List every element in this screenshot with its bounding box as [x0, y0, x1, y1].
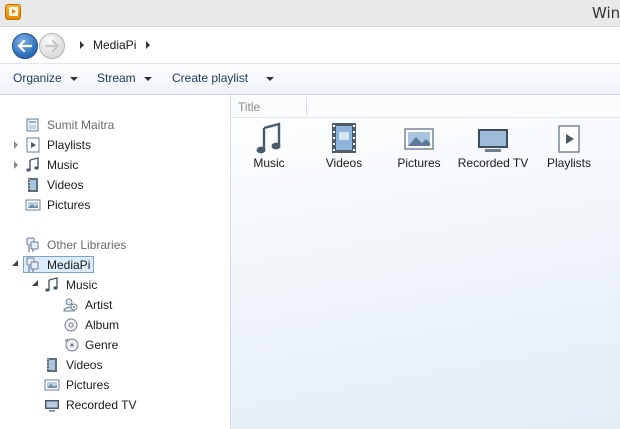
playlist-icon [25, 137, 41, 153]
sidebar-item-label: Artist [85, 298, 113, 312]
sidebar-item-mediapi-recorded-tv[interactable]: Recorded TV [44, 395, 136, 415]
forward-button[interactable] [39, 33, 65, 59]
media-player-app-icon[interactable] [5, 4, 21, 20]
organize-menu[interactable]: Organize [13, 71, 78, 85]
dropdown-caret-icon [143, 76, 152, 81]
sidebar-item-album[interactable]: Album [63, 315, 119, 335]
back-button[interactable] [12, 33, 38, 59]
picture-icon [25, 197, 41, 213]
sidebar-item-label: Music [47, 158, 79, 172]
film-icon [304, 122, 384, 156]
sidebar-item-music[interactable]: Music [25, 155, 78, 175]
picture-icon [44, 377, 60, 393]
artist-icon [63, 297, 79, 313]
library-icon [25, 117, 41, 133]
sidebar-item-videos[interactable]: Videos [25, 175, 83, 195]
breadcrumb-chevron-icon[interactable] [146, 41, 150, 49]
other-libraries-icon [25, 237, 41, 253]
music-note-icon [229, 122, 309, 156]
sidebar-item-mediapi-pictures[interactable]: Pictures [44, 375, 109, 395]
sidebar-item-label: Genre [85, 338, 119, 352]
dropdown-caret-icon [266, 76, 275, 81]
collapse-arrow-icon[interactable] [32, 280, 38, 286]
create-playlist-label: Create playlist [172, 71, 249, 85]
sidebar-item-label: Pictures [47, 198, 91, 212]
sidebar-item-label: Music [66, 278, 98, 292]
sidebar-item-mediapi-music[interactable]: Music [44, 275, 97, 295]
sidebar-item-mediapi[interactable]: MediaPi [25, 255, 90, 275]
create-playlist-menu[interactable]: Create playlist [172, 71, 275, 85]
tile-playlists[interactable]: Playlists [529, 120, 609, 180]
sidebar-item-label: Recorded TV [66, 398, 137, 412]
media-library-icon [25, 257, 41, 273]
column-header [231, 95, 620, 118]
breadcrumb-mediapi[interactable]: MediaPi [93, 38, 136, 52]
sidebar-item-label: Pictures [66, 378, 110, 392]
sidebar-item-mediapi-videos[interactable]: Videos [44, 355, 102, 375]
sidebar-item-genre[interactable]: Genre [63, 335, 118, 355]
tv-icon [44, 397, 60, 413]
expand-arrow-icon[interactable] [14, 161, 18, 169]
sidebar-item-label: Videos [66, 358, 103, 372]
window-title: Win [592, 4, 620, 22]
music-note-icon [25, 157, 41, 173]
video-icon [44, 357, 60, 373]
tile-videos[interactable]: Videos [304, 120, 384, 180]
organize-label: Organize [13, 71, 62, 85]
sidebar-item-user[interactable]: Sumit Maitra [25, 115, 114, 135]
sidebar-item-label: Other Libraries [47, 238, 127, 252]
sidebar-item-playlists[interactable]: Playlists [25, 135, 91, 155]
stream-label: Stream [97, 71, 136, 85]
toolbar [0, 63, 620, 95]
expand-arrow-icon[interactable] [14, 141, 18, 149]
tile-pictures[interactable]: Pictures [379, 120, 459, 180]
music-note-icon [44, 277, 60, 293]
tile-label: Playlists [546, 156, 591, 170]
collapse-arrow-icon[interactable] [12, 260, 18, 266]
tile-recorded-tv[interactable]: Recorded TV [453, 120, 533, 180]
sidebar-item-other-libraries[interactable]: Other Libraries [25, 235, 126, 255]
video-icon [25, 177, 41, 193]
sidebar-item-label: Album [85, 318, 120, 332]
breadcrumb-chevron-icon[interactable] [80, 41, 84, 49]
sidebar-item-label: MediaPi [47, 258, 91, 272]
title-bar [0, 0, 620, 27]
stream-menu[interactable]: Stream [97, 71, 152, 85]
sidebar-item-artist[interactable]: Artist [63, 295, 112, 315]
sidebar-item-label: Videos [47, 178, 84, 192]
sidebar-item-pictures[interactable]: Pictures [25, 195, 90, 215]
tv-icon [453, 122, 533, 156]
sidebar-item-label: Playlists [47, 138, 92, 152]
picture-icon [379, 122, 459, 156]
genre-icon [63, 337, 79, 353]
tile-music[interactable]: Music [229, 120, 309, 180]
column-divider[interactable] [306, 97, 307, 115]
dropdown-caret-icon [69, 76, 78, 81]
sidebar-item-label: Sumit Maitra [47, 118, 115, 132]
column-header-title[interactable]: Title [238, 100, 260, 114]
playlist-icon [529, 122, 609, 156]
album-icon [63, 317, 79, 333]
